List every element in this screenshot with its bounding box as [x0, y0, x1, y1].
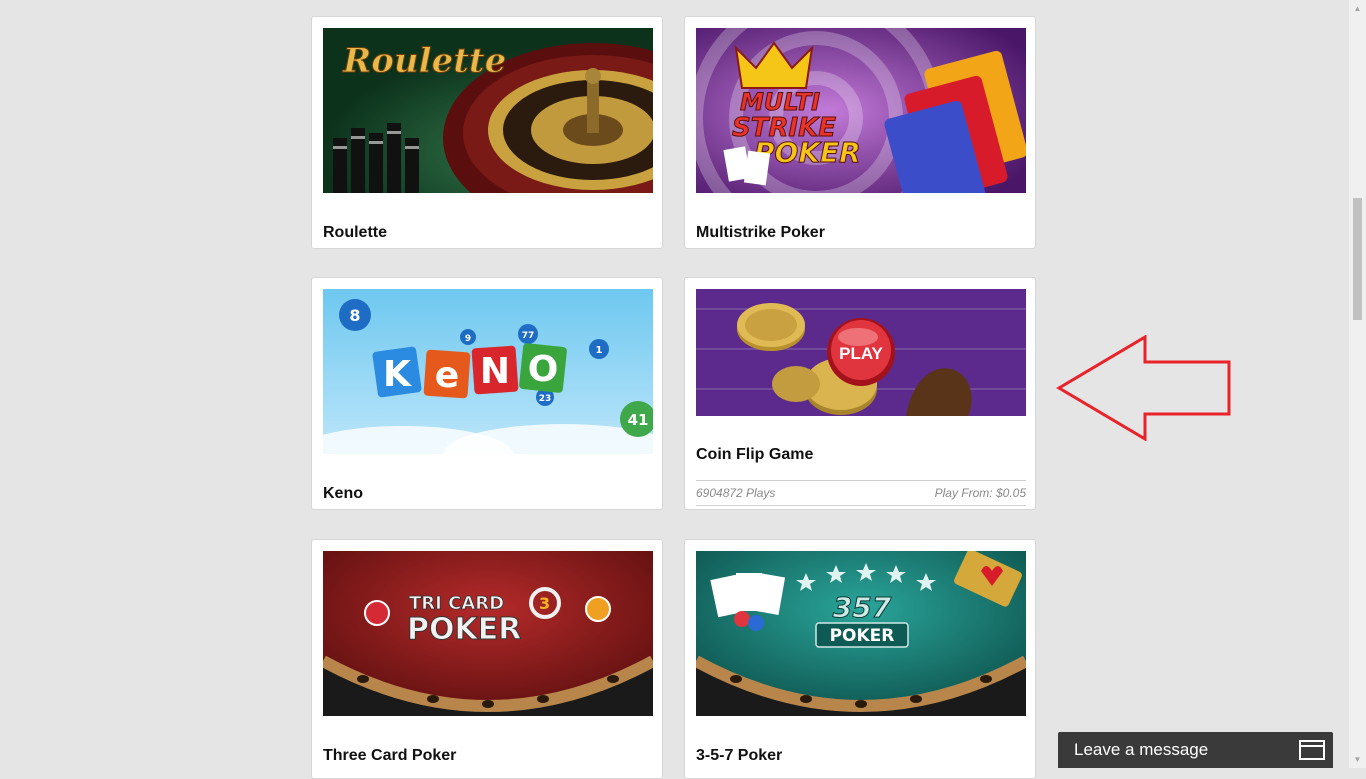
roulette-thumb-text: Roulette [342, 41, 506, 81]
game-meta-coin-flip: 6904872 Plays Play From: $0.05 [696, 480, 1026, 506]
tricard-thumb-text-3: 3 [539, 594, 550, 613]
three-card-poker-thumbnail[interactable]: TRI CARD 3 POKER [323, 551, 653, 716]
leave-message-chat-widget[interactable]: Leave a message [1058, 732, 1333, 768]
play-from-price: Play From: $0.05 [934, 486, 1026, 500]
scroll-down-arrow-icon[interactable]: ▼ [1349, 751, 1366, 768]
keno-thumbnail[interactable]: 8 9 77 1 23 41 K e N O [323, 289, 653, 454]
game-title-roulette[interactable]: Roulette [323, 224, 387, 242]
game-card-357-poker[interactable]: 357 POKER 3-5-7 Poker [684, 539, 1036, 779]
game-title-keno[interactable]: Keno [323, 485, 363, 503]
multistrike-poker-thumbnail[interactable]: MULTI STRIKE POKER [696, 28, 1026, 193]
game-card-roulette[interactable]: Roulette Roulette [311, 16, 663, 249]
annotation-arrow-icon [1056, 335, 1231, 441]
game-card-coin-flip[interactable]: PLAY Coin Flip Game 6904872 Plays Play F… [684, 277, 1036, 510]
keno-ball-4: 1 [596, 345, 603, 356]
keno-ball-1: 8 [349, 306, 360, 325]
game-card-keno[interactable]: 8 9 77 1 23 41 K e N O Keno [311, 277, 663, 510]
game-title-three-card-poker[interactable]: Three Card Poker [323, 747, 456, 765]
keno-letter-4: O [528, 349, 559, 390]
p357-thumb-num: 357 [833, 591, 892, 624]
roulette-thumbnail[interactable]: Roulette [323, 28, 653, 193]
game-title-coin-flip[interactable]: Coin Flip Game [696, 446, 813, 464]
357-poker-thumbnail[interactable]: 357 POKER [696, 551, 1026, 716]
keno-ball-3: 77 [522, 331, 535, 341]
tricard-thumb-text-1: TRI CARD [409, 593, 504, 614]
keno-letter-1: K [383, 354, 412, 395]
p357-thumb-word: POKER [830, 626, 895, 646]
play-badge-text: PLAY [839, 344, 883, 363]
game-title-multistrike-poker[interactable]: Multistrike Poker [696, 224, 825, 242]
keno-ball-5: 23 [539, 394, 552, 404]
keno-ball-2: 9 [465, 334, 471, 344]
plays-count: 6904872 Plays [696, 486, 776, 500]
keno-letter-3: N [480, 351, 510, 392]
multistrike-thumb-text-1: MULTI [740, 88, 820, 116]
chat-label: Leave a message [1074, 740, 1209, 759]
tricard-thumb-text-2: POKER [407, 612, 521, 647]
game-card-three-card-poker[interactable]: TRI CARD 3 POKER Three Card Poker [311, 539, 663, 779]
coin-flip-thumbnail[interactable]: PLAY [696, 289, 1026, 416]
message-window-icon [1299, 740, 1325, 760]
multistrike-thumb-text-3: POKER [754, 136, 861, 169]
keno-letter-2: e [435, 355, 459, 396]
game-card-multistrike-poker[interactable]: MULTI STRIKE POKER Multistrike Poker [684, 16, 1036, 249]
scroll-up-arrow-icon[interactable]: ▲ [1349, 0, 1366, 17]
page-scrollbar[interactable]: ▲ ▼ [1349, 0, 1366, 768]
keno-ball-6: 41 [628, 411, 649, 429]
game-title-357-poker[interactable]: 3-5-7 Poker [696, 747, 782, 765]
scrollbar-thumb[interactable] [1353, 198, 1362, 320]
